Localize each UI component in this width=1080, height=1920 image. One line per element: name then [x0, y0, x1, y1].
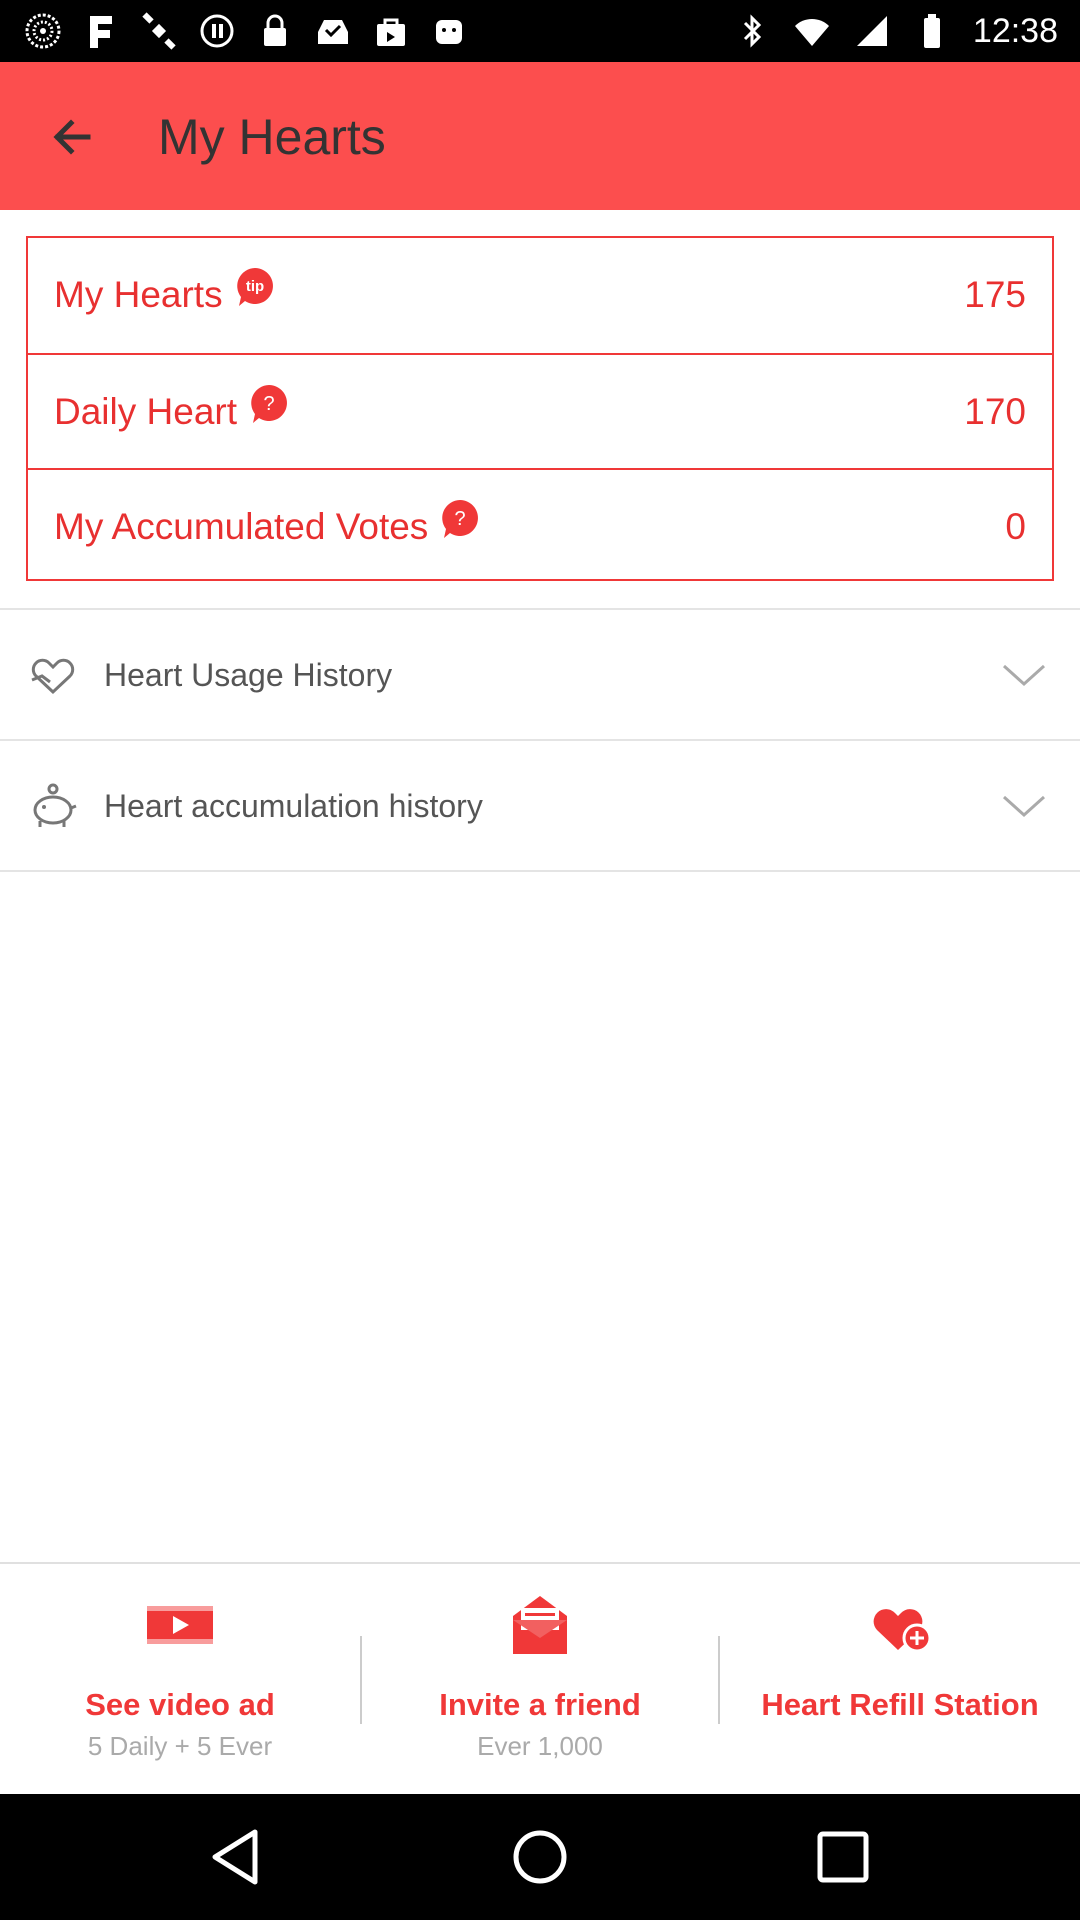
heart-accumulation-history-row[interactable]: Heart accumulation history [0, 741, 1080, 871]
lock-icon [264, 14, 286, 46]
action-sub: Ever 1,000 [477, 1731, 603, 1761]
summary-label: My Hearts [54, 274, 223, 315]
satellite-icon [142, 12, 176, 50]
history-label: Heart Usage History [104, 657, 393, 693]
action-sub: 5 Daily + 5 Ever [87, 1731, 273, 1761]
notification-icons [24, 12, 468, 50]
tip-bubble-text: tip [245, 278, 263, 295]
action-label: See video ad [85, 1687, 275, 1722]
help-bubble-icon[interactable]: ? [440, 498, 480, 540]
invite-friend-button[interactable]: Invite a friend Ever 1,000 [360, 1564, 720, 1796]
home-circle-icon[interactable] [505, 1822, 575, 1892]
help-bubble-text: ? [455, 508, 466, 530]
summary-row-daily-heart: Daily Heart ? 170 [28, 353, 1052, 468]
summary-label-container: Daily Heart ? [54, 385, 289, 437]
app-bar: My Hearts [0, 62, 1080, 210]
action-label: Invite a friend [439, 1687, 641, 1722]
system-icons: 12:38 [733, 8, 1058, 54]
divider [0, 870, 1080, 872]
shopping-bag-icon [377, 18, 405, 46]
system-nav-bar [0, 1794, 1080, 1920]
back-triangle-icon[interactable] [203, 1822, 273, 1892]
hearts-summary-card: My Hearts tip 175 Daily Heart ? 170 My A… [26, 236, 1054, 581]
summary-value: 170 [964, 391, 1026, 432]
tip-bubble-icon[interactable]: tip [235, 266, 275, 308]
heart-outline-icon [31, 658, 75, 695]
chevron-down-icon [1002, 664, 1046, 687]
video-icon [147, 1606, 213, 1644]
chevron-down-icon [1002, 795, 1046, 818]
heart-usage-history-row[interactable]: Heart Usage History [0, 610, 1080, 740]
arrow-back-icon[interactable] [40, 106, 106, 168]
bottom-action-bar: See video ad 5 Daily + 5 Ever Invite a f… [0, 1562, 1080, 1794]
heart-refill-station-button[interactable]: Heart Refill Station [720, 1564, 1080, 1796]
action-label: Heart Refill Station [761, 1687, 1039, 1722]
help-bubble-icon[interactable]: ? [249, 383, 289, 425]
wifi-icon [794, 18, 829, 46]
battery-icon [923, 14, 940, 48]
record-icon [200, 14, 234, 48]
inbox-check-icon [318, 20, 348, 44]
summary-row-accumulated-votes: My Accumulated Votes ? 0 [28, 468, 1052, 583]
summary-row-my-hearts: My Hearts tip 175 [28, 238, 1052, 353]
heart-plus-icon [873, 1609, 932, 1653]
see-video-ad-button[interactable]: See video ad 5 Daily + 5 Ever [0, 1564, 360, 1796]
summary-value: 0 [1005, 506, 1026, 547]
clock: 12:38 [972, 11, 1058, 50]
summary-label: Daily Heart [54, 391, 237, 432]
envelope-icon [513, 1596, 567, 1654]
fake-app-icon [90, 16, 112, 48]
summary-label-container: My Hearts tip [54, 268, 275, 320]
recents-square-icon[interactable] [808, 1822, 878, 1892]
bluetooth-icon [743, 14, 762, 48]
signal-icon [856, 16, 887, 46]
page-title: My Hearts [158, 109, 386, 165]
summary-label-container: My Accumulated Votes ? [54, 500, 480, 552]
piggy-bank-icon [33, 783, 77, 827]
android-icon [436, 20, 462, 44]
summary-value: 175 [964, 274, 1026, 315]
activity-icon [25, 13, 61, 49]
summary-label: My Accumulated Votes [54, 506, 429, 547]
history-label: Heart accumulation history [104, 788, 483, 824]
help-bubble-text: ? [263, 393, 274, 415]
status-bar: 12:38 [0, 0, 1080, 62]
